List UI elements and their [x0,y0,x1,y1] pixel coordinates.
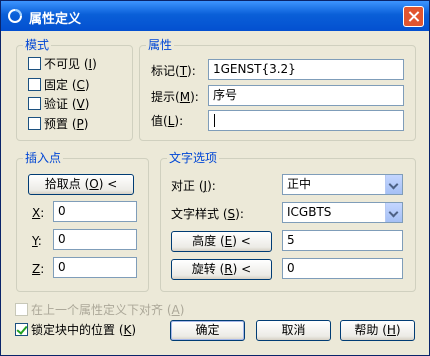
app-logo-icon [8,9,22,23]
text-options-legend: 文字选项 [167,150,220,166]
constant-label: 固定 (C) [44,78,90,92]
value-label: 值(L): [151,114,184,128]
tag-label: 标记(T): [151,64,196,78]
y-label: Y: [32,234,42,248]
mode-legend: 模式 [23,37,52,53]
verify-label: 验证 (V) [44,97,90,111]
x-input[interactable]: 0 [53,201,137,222]
x-label: X: [32,206,45,220]
preset-checkbox[interactable] [28,117,41,130]
height-input[interactable]: 5 [282,230,403,251]
attribute-definition-dialog: 属性定义 模式 不可见 (I) 固定 (C) 验证 (V) 预置 (P) 属性 … [0,0,430,356]
lock-position-label: 锁定块中的位置 (K) [31,323,137,337]
y-input[interactable]: 0 [53,229,137,250]
insertion-point-legend: 插入点 [23,150,64,166]
constant-checkbox[interactable] [28,78,41,91]
prompt-label: 提示(M): [151,90,199,104]
help-button[interactable]: 帮助 (H) [340,320,415,341]
value-input[interactable] [208,110,404,131]
text-style-dropdown-arrow-icon[interactable] [385,203,402,222]
invisible-checkbox[interactable] [28,57,41,70]
attribute-legend: 属性 [146,37,175,53]
invisible-label: 不可见 (I) [44,57,97,71]
verify-checkbox[interactable] [28,97,41,110]
pick-point-button[interactable]: 拾取点 (O) < [28,174,134,195]
ok-button[interactable]: 确定 [170,320,245,341]
window-title: 属性定义 [29,12,82,27]
rotation-input[interactable]: 0 [282,258,403,279]
title-bar[interactable]: 属性定义 [1,1,429,31]
preset-label: 预置 (P) [44,117,89,131]
tag-input[interactable]: 1GENST{3.2} [208,59,404,80]
z-input[interactable]: 0 [53,257,137,278]
text-cursor [214,114,215,127]
close-icon[interactable] [403,6,424,27]
lock-position-checkbox[interactable] [15,323,28,336]
text-style-select[interactable]: ICGBTS [282,202,403,223]
justify-dropdown-arrow-icon[interactable] [385,175,402,194]
rotation-button[interactable]: 旋转 (R) < [171,259,272,280]
align-below-checkbox[interactable] [15,303,28,316]
justify-select[interactable]: 正中 [282,174,403,195]
align-below-label: 在上一个属性定义下对齐 (A) [31,303,185,317]
text-style-label: 文字样式 (S): [171,207,244,221]
prompt-input[interactable]: 序号 [208,85,404,106]
z-label: Z: [32,262,45,276]
justify-label: 对正 (J): [171,179,216,193]
cancel-button[interactable]: 取消 [256,320,331,341]
height-button[interactable]: 高度 (E) < [171,231,272,252]
